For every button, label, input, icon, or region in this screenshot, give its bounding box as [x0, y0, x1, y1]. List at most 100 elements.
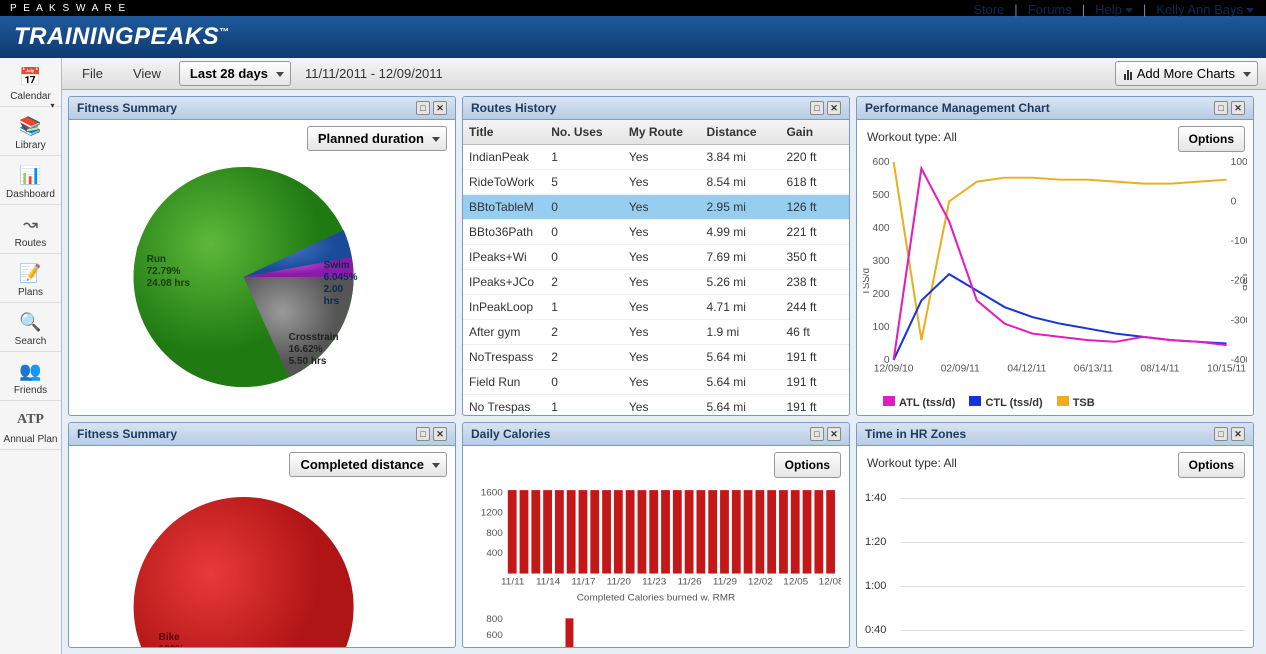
options-button[interactable]: Options [1178, 126, 1245, 152]
panel-title: Fitness Summary [77, 427, 177, 441]
store-link[interactable]: Store [971, 2, 1006, 17]
sidebar-item-library[interactable]: 📚Library▾ [0, 107, 61, 156]
pie-chart: Run 72.79% 24.08 hrs Swim 6.045% 2.00 hr… [129, 162, 359, 392]
svg-text:0: 0 [1231, 197, 1237, 208]
svg-text:600: 600 [486, 630, 503, 640]
routes-table: Title No. Uses My Route Distance Gain In… [463, 120, 849, 415]
panel-title: Daily Calories [471, 427, 550, 441]
workout-type-label: Workout type: All [867, 456, 957, 470]
table-row[interactable]: BBto36Path0Yes4.99 mi221 ft [463, 220, 849, 245]
table-row[interactable]: InPeakLoop1Yes4.71 mi244 ft [463, 295, 849, 320]
panel-title: Performance Management Chart [865, 101, 1050, 115]
sidebar-item-search[interactable]: 🔍Search [0, 303, 61, 352]
slice-run-name: Run [147, 254, 166, 265]
options-button[interactable]: Options [774, 452, 841, 478]
pmc-chart: 0100200300400500600 -400-300-200-1000100… [863, 154, 1247, 409]
user-menu[interactable]: Kelly Ann Bays [1154, 2, 1256, 17]
sidebar-item-calendar[interactable]: 📅Calendar [0, 58, 61, 107]
table-row[interactable]: Field Run0Yes5.64 mi191 ft [463, 370, 849, 395]
slice-cross-pct: 16.62% [289, 344, 323, 355]
col-uses[interactable]: No. Uses [545, 120, 623, 145]
close-icon[interactable]: ✕ [433, 427, 447, 441]
file-menu[interactable]: File [70, 62, 115, 85]
app-logo: TRAININGPEAKS™ [14, 23, 230, 51]
calendar-icon: 📅 [19, 64, 41, 90]
forums-link[interactable]: Forums [1026, 2, 1074, 17]
svg-text:12/02: 12/02 [748, 577, 773, 587]
slice-bike-name: Bike [159, 632, 180, 643]
sidebar-item-label: Search [15, 336, 47, 347]
svg-text:-300: -300 [1231, 315, 1247, 326]
panel-fitness-planned: Fitness Summary □ ✕ Planned duration [68, 96, 456, 416]
svg-text:10/15/11: 10/15/11 [1207, 364, 1246, 375]
maximize-icon[interactable]: □ [1214, 427, 1228, 441]
svg-text:12/09/10: 12/09/10 [874, 364, 914, 375]
pmc-legend: ATL (tss/d) CTL (tss/d) TSB [883, 396, 1237, 409]
table-row[interactable]: No Trespas1Yes5.64 mi191 ft [463, 395, 849, 416]
maximize-icon[interactable]: □ [1214, 101, 1228, 115]
col-gain[interactable]: Gain [780, 120, 849, 145]
calories-chart: 40080012001600 11/1111/1411/1711/2011/23… [471, 484, 841, 647]
hr-ytick: 1:20 [865, 536, 886, 548]
close-icon[interactable]: ✕ [827, 101, 841, 115]
friends-icon: 👥 [19, 358, 41, 384]
sidebar-item-friends[interactable]: 👥Friends [0, 352, 61, 401]
col-distance[interactable]: Distance [701, 120, 781, 145]
view-menu[interactable]: View [121, 62, 173, 85]
maximize-icon[interactable]: □ [810, 101, 824, 115]
workout-type-label: Workout type: All [867, 130, 957, 144]
slice-swim-pct: 6.045% [324, 272, 358, 283]
panel-fitness-completed: Fitness Summary □ ✕ Completed distance B… [68, 422, 456, 648]
options-button[interactable]: Options [1178, 452, 1245, 478]
svg-text:11/17: 11/17 [571, 577, 595, 587]
sidebar-item-dashboard[interactable]: 📊Dashboard [0, 156, 61, 205]
svg-text:400: 400 [486, 548, 503, 558]
close-icon[interactable]: ✕ [1231, 427, 1245, 441]
add-more-charts-button[interactable]: Add More Charts [1115, 61, 1258, 86]
svg-text:11/23: 11/23 [642, 577, 666, 587]
help-menu[interactable]: Help [1093, 2, 1135, 17]
slice-run-pct: 72.79% [147, 266, 181, 277]
table-row[interactable]: IPeaks+Wi0Yes7.69 mi350 ft [463, 245, 849, 270]
sidebar: 📅Calendar📚Library▾📊Dashboard↝Routes📝Plan… [0, 58, 62, 654]
date-range-label: 11/11/2011 - 12/09/2011 [305, 66, 443, 81]
routes-icon: ↝ [23, 211, 38, 237]
table-row[interactable]: NoTrespass2Yes5.64 mi191 ft [463, 345, 849, 370]
slice-swim-name: Swim [324, 260, 350, 271]
peaksware-label: P E A K S W A R E [10, 3, 127, 14]
svg-text:1600: 1600 [481, 488, 503, 498]
sidebar-item-routes[interactable]: ↝Routes [0, 205, 61, 254]
col-title[interactable]: Title [463, 120, 545, 145]
sidebar-item-label: Routes [15, 238, 47, 249]
svg-text:1200: 1200 [481, 508, 503, 518]
sidebar-item-label: Calendar [10, 91, 51, 102]
table-row[interactable]: RideToWork5Yes8.54 mi618 ft [463, 170, 849, 195]
toolbar: File View Last 28 days 11/11/2011 - 12/0… [62, 58, 1266, 90]
close-icon[interactable]: ✕ [1231, 101, 1245, 115]
svg-text:12/08: 12/08 [819, 577, 841, 587]
sidebar-item-plans[interactable]: 📝Plans [0, 254, 61, 303]
svg-text:800: 800 [486, 528, 503, 538]
table-row[interactable]: BBtoTableM0Yes2.95 mi126 ft [463, 195, 849, 220]
table-row[interactable]: After gym2Yes1.9 mi46 ft [463, 320, 849, 345]
sidebar-item-atp[interactable]: ATPAnnual Plan [0, 401, 61, 450]
yaxis-left-label: TSS/d [863, 268, 872, 295]
table-row[interactable]: IndianPeak1Yes3.84 mi220 ft [463, 145, 849, 170]
hr-ytick: 1:00 [865, 580, 886, 592]
col-my-route[interactable]: My Route [623, 120, 701, 145]
svg-text:11/11: 11/11 [501, 577, 524, 587]
sidebar-item-label: Annual Plan [4, 434, 58, 445]
close-icon[interactable]: ✕ [433, 101, 447, 115]
svg-text:600: 600 [873, 157, 890, 168]
metric-dropdown[interactable]: Completed distance [289, 452, 447, 477]
metric-dropdown[interactable]: Planned duration [307, 126, 447, 151]
svg-text:04/12/11: 04/12/11 [1007, 364, 1046, 375]
table-row[interactable]: IPeaks+JCo2Yes5.26 mi238 ft [463, 270, 849, 295]
maximize-icon[interactable]: □ [416, 101, 430, 115]
panel-routes-history: Routes History □ ✕ Title No. Uses My Rou… [462, 96, 850, 416]
close-icon[interactable]: ✕ [827, 427, 841, 441]
maximize-icon[interactable]: □ [810, 427, 824, 441]
chevron-down-icon [1125, 8, 1133, 13]
maximize-icon[interactable]: □ [416, 427, 430, 441]
date-range-dropdown[interactable]: Last 28 days [179, 61, 291, 86]
